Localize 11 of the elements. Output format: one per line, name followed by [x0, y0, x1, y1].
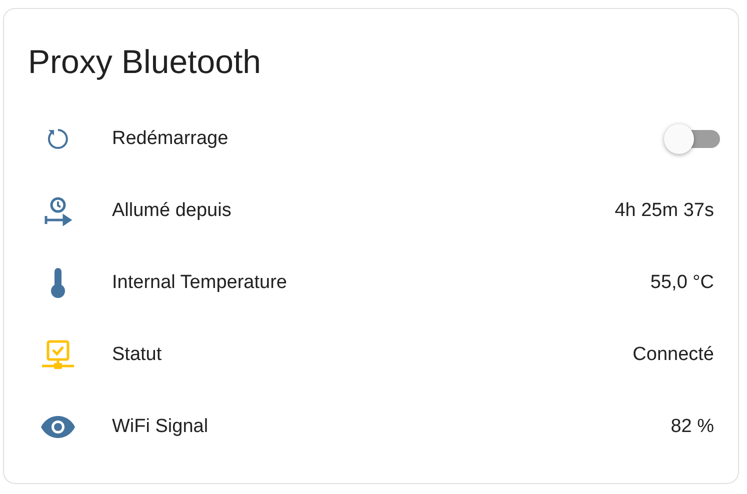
- entity-label: Allumé depuis: [112, 200, 232, 222]
- entity-value: 55,0 °C: [650, 272, 714, 294]
- entity-label: Internal Temperature: [112, 272, 288, 294]
- entity-label: Statut: [112, 344, 163, 366]
- card-title: Proxy Bluetooth: [28, 42, 262, 82]
- entity-value: 4h 25m 37s: [614, 200, 714, 222]
- entity-label: Redémarrage: [112, 128, 230, 150]
- entity-value: Connecté: [632, 344, 714, 366]
- entity-value: 82 %: [670, 416, 714, 438]
- entity-label: WiFi Signal: [112, 416, 210, 438]
- toggle-switch[interactable]: [664, 123, 720, 155]
